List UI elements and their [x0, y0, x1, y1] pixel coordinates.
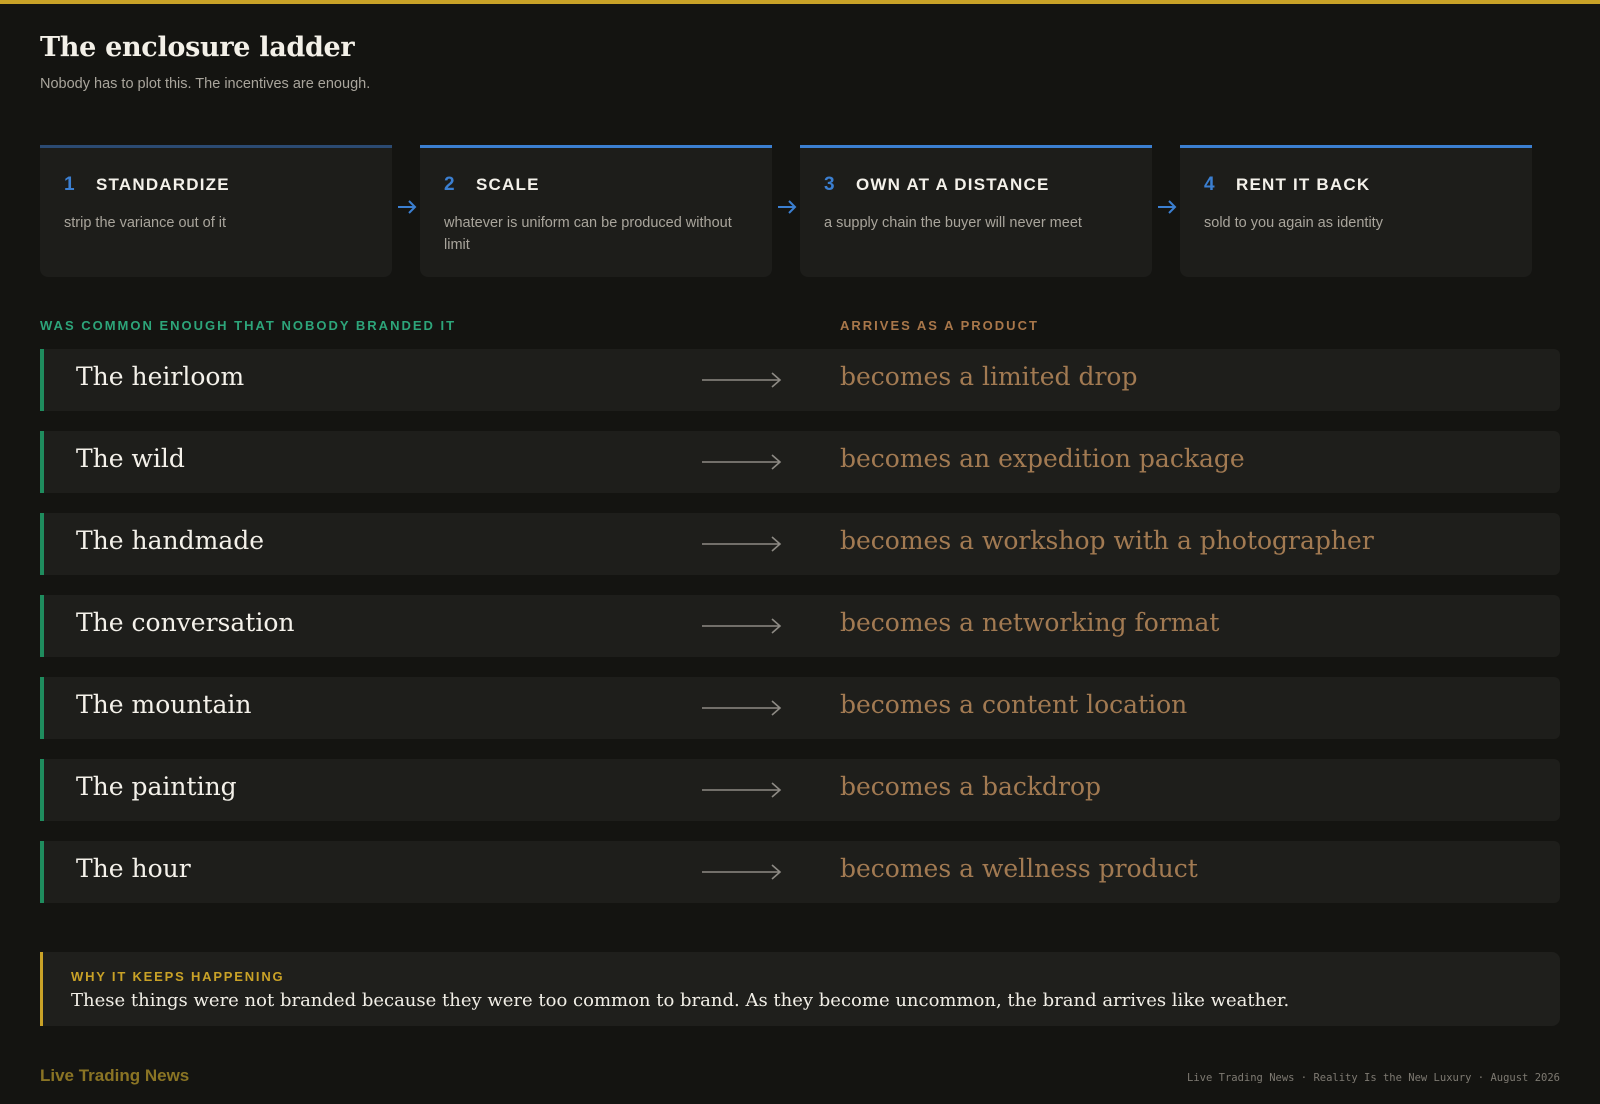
long-arrow-right-icon	[702, 372, 782, 388]
step-number: 3	[824, 174, 835, 195]
product-form: becomes a networking format	[840, 608, 1220, 637]
common-thing: The heirloom	[76, 362, 245, 391]
top-accent-bar	[0, 0, 1600, 4]
page-title: The enclosure ladder	[40, 32, 355, 63]
common-thing: The mountain	[76, 690, 252, 719]
product-form: becomes a wellness product	[840, 854, 1198, 883]
step-standardize: 1 STANDARDIZE strip the variance out of …	[40, 145, 392, 277]
step-scale: 2 SCALE whatever is uniform can be produ…	[420, 145, 772, 277]
common-thing: The hour	[76, 854, 191, 883]
callout-text: These things were not branded because th…	[71, 990, 1290, 1011]
long-arrow-right-icon	[702, 700, 782, 716]
list-item: The hour becomes a wellness product	[40, 841, 1560, 903]
step-title: RENT IT BACK	[1236, 175, 1371, 194]
long-arrow-right-icon	[702, 454, 782, 470]
column-header-common: WAS COMMON ENOUGH THAT NOBODY BRANDED IT	[40, 318, 457, 333]
product-form: becomes a workshop with a photographer	[840, 526, 1374, 555]
step-title: OWN AT A DISTANCE	[856, 175, 1050, 194]
list-item: The handmade becomes a workshop with a p…	[40, 513, 1560, 575]
step-description: a supply chain the buyer will never meet	[824, 215, 1082, 231]
product-form: becomes a limited drop	[840, 362, 1138, 391]
step-rent-it-back: 4 RENT IT BACK sold to you again as iden…	[1180, 145, 1532, 277]
product-form: becomes an expedition package	[840, 444, 1245, 473]
common-thing: The conversation	[76, 608, 295, 637]
long-arrow-right-icon	[702, 618, 782, 634]
ladder-steps: 1 STANDARDIZE strip the variance out of …	[40, 145, 1532, 277]
long-arrow-right-icon	[702, 536, 782, 552]
common-thing: The handmade	[76, 526, 265, 555]
step-description: sold to you again as identity	[1204, 215, 1383, 231]
step-number: 2	[444, 174, 455, 195]
common-thing: The painting	[76, 772, 237, 801]
list-item: The mountain becomes a content location	[40, 677, 1560, 739]
long-arrow-right-icon	[702, 864, 782, 880]
footer-brand-logo: Live Trading News	[40, 1066, 190, 1085]
arrow-right-icon	[398, 200, 417, 214]
step-description: strip the variance out of it	[64, 215, 226, 231]
step-number: 4	[1204, 174, 1215, 195]
long-arrow-right-icon	[702, 782, 782, 798]
list-item: The heirloom becomes a limited drop	[40, 349, 1560, 411]
column-header-product: ARRIVES AS A PRODUCT	[840, 318, 1039, 333]
callout-label: WHY IT KEEPS HAPPENING	[71, 969, 285, 984]
common-thing: The wild	[76, 444, 185, 473]
list-item: The painting becomes a backdrop	[40, 759, 1560, 821]
list-item: The wild becomes an expedition package	[40, 431, 1560, 493]
why-it-keeps-happening-callout: WHY IT KEEPS HAPPENING These things were…	[40, 952, 1560, 1026]
page-subtitle: Nobody has to plot this. The incentives …	[40, 76, 371, 92]
product-form: becomes a content location	[840, 690, 1188, 719]
step-title: SCALE	[476, 175, 540, 194]
product-form: becomes a backdrop	[840, 772, 1102, 801]
step-title: STANDARDIZE	[96, 175, 230, 194]
footer-meta: Live Trading News · Reality Is the New L…	[1187, 1072, 1560, 1084]
step-description: whatever is uniform can be produced with…	[444, 215, 732, 253]
arrow-right-icon	[1158, 200, 1177, 214]
step-own-at-a-distance: 3 OWN AT A DISTANCE a supply chain the b…	[800, 145, 1152, 277]
step-number: 1	[64, 174, 75, 195]
arrow-right-icon	[778, 200, 797, 214]
list-item: The conversation becomes a networking fo…	[40, 595, 1560, 657]
